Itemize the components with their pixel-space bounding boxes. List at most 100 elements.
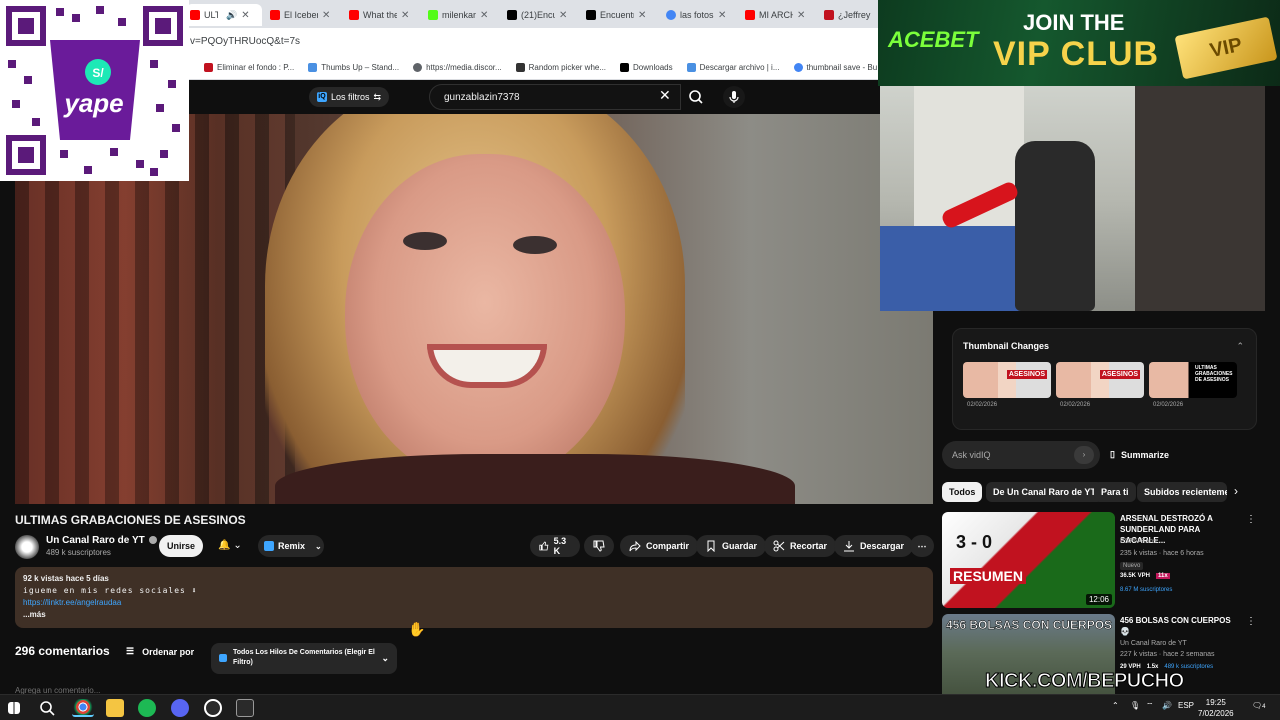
clear-search-icon[interactable]: ✕ — [659, 88, 671, 102]
chevron-up-icon[interactable]: ⌃ — [1236, 341, 1244, 352]
bookmark[interactable]: Random picker whe... — [515, 63, 607, 72]
book-icon: ▯ — [1110, 449, 1115, 459]
microphone-icon[interactable]: 🎙 — [1130, 701, 1140, 710]
epic-games-icon[interactable] — [236, 699, 254, 717]
video-stats: 235 k vistas · hace 6 horas — [1120, 550, 1204, 557]
chevron-up-icon[interactable]: ⌃ — [1112, 701, 1119, 710]
windows-start-icon[interactable] — [8, 702, 20, 714]
share-button[interactable]: Compartir — [620, 535, 699, 557]
file-explorer-icon[interactable] — [106, 699, 124, 717]
bookmark[interactable]: https://media.discor... — [413, 63, 502, 72]
tab-close-icon[interactable]: ✕ — [718, 10, 726, 21]
bookmark[interactable]: thumbnail save - Bu... — [793, 63, 884, 72]
language-indicator[interactable]: ESP — [1178, 701, 1194, 710]
filters-button[interactable]: iQ Los filtros ⇆ — [309, 87, 390, 107]
join-button[interactable]: Unirse — [159, 535, 203, 557]
channel-avatar[interactable] — [15, 535, 39, 559]
dislike-button[interactable] — [584, 535, 614, 557]
chip-for-you[interactable]: Para ti — [1094, 482, 1136, 502]
tab-close-icon[interactable]: ✕ — [401, 10, 409, 21]
wifi-icon[interactable]: ⌔ — [1146, 701, 1154, 711]
volume-icon[interactable]: 🔊 — [1162, 701, 1172, 710]
voice-search-button[interactable] — [723, 86, 745, 108]
qr-code-image: S/ yape — [0, 0, 189, 181]
more-vert-icon[interactable]: ⋮ — [1246, 616, 1256, 627]
download-button[interactable]: Descargar — [834, 535, 914, 557]
bookmark[interactable]: Eliminar el fondo : P... — [204, 63, 294, 72]
download-icon — [844, 541, 854, 552]
sort-label: Ordenar por — [142, 646, 195, 657]
obs-icon[interactable] — [204, 699, 222, 717]
tab-close-icon[interactable]: ✕ — [797, 10, 805, 21]
save-button[interactable]: Guardar — [696, 535, 767, 557]
video-title: 456 BOLSAS CON CUERPOS 💀 — [1120, 616, 1231, 636]
subscriber-count: 489 k suscriptores — [46, 548, 111, 557]
chevron-right-icon[interactable]: › — [1234, 484, 1238, 498]
banner-brand: ACEBET — [888, 27, 979, 52]
bookmark-label: Random picker whe... — [528, 63, 607, 72]
tab-label: MI ARCH — [759, 10, 793, 20]
scissors-icon — [515, 63, 525, 72]
thumbnail-caption: ULTIMAS GRABACIONES DE ASESINOS — [1195, 365, 1233, 383]
browser-tab[interactable]: Encuentr ✕ — [582, 4, 656, 26]
browser-tab[interactable]: ¿Jeffrey — [820, 4, 876, 26]
bookmark[interactable]: Descargar archivo | i... — [686, 63, 780, 72]
microphone-icon — [729, 91, 739, 103]
web-icon — [824, 10, 834, 20]
chip-recent[interactable]: Subidos recientemente — [1137, 482, 1227, 502]
thumbnail-version[interactable]: ULTIMAS GRABACIONES DE ASESINOS — [1149, 362, 1237, 398]
bookmark[interactable]: Thumbs Up – Stand... — [308, 63, 399, 72]
tiktok-icon — [586, 10, 596, 20]
chip-all[interactable]: Todos — [942, 482, 983, 502]
remix-button[interactable]: Remix ⌄ — [258, 535, 324, 557]
discord-icon[interactable] — [171, 699, 189, 717]
sort-icon: ☰ — [126, 646, 135, 656]
tab-close-icon[interactable]: ✕ — [638, 10, 646, 21]
channel-subs: 8.67 M suscriptores — [1120, 587, 1172, 593]
thumbnail-version[interactable]: ASESINOS — [1056, 362, 1144, 398]
google-icon — [793, 63, 803, 72]
search-icon[interactable] — [38, 699, 56, 717]
spotify-icon[interactable] — [138, 699, 156, 717]
tab-label: Encuentr — [600, 10, 634, 20]
bell-icon: 🔔 — [218, 540, 231, 551]
description-link[interactable]: https://linktr.ee/angelraudaa — [23, 598, 925, 607]
browser-tab[interactable]: What the ✕ — [345, 4, 419, 26]
thumbs-down-icon — [593, 540, 605, 552]
sort-comments-button[interactable]: ☰ Ordenar por — [126, 646, 194, 657]
chip-channel[interactable]: De Un Canal Raro de YT — [986, 482, 1103, 502]
summarize-button[interactable]: ▯ Summarize — [1110, 449, 1169, 460]
comment-thread-filter[interactable]: Todos Los Hilos De Comentarios (Elegir E… — [211, 643, 397, 674]
browser-tab[interactable]: ULTI 🔊 ✕ — [186, 4, 262, 26]
show-more-link[interactable]: ...más — [23, 610, 925, 619]
bookmark-icon — [686, 63, 696, 72]
tab-close-icon[interactable]: ✕ — [480, 10, 488, 21]
browser-tab[interactable]: El Iceber ✕ — [266, 4, 340, 26]
more-actions-button[interactable]: ⋯ — [910, 535, 934, 557]
thumbnail-version[interactable]: ASESINOS — [963, 362, 1051, 398]
notifications-button[interactable]: 🔔 ⌄ — [210, 535, 250, 557]
search-button[interactable] — [681, 84, 711, 110]
browser-tab[interactable]: (21)Encu ✕ — [503, 4, 577, 26]
tab-close-icon[interactable]: ✕ — [559, 10, 567, 21]
more-vert-icon[interactable]: ⋮ — [1246, 514, 1256, 525]
description-box[interactable]: 92 k vistas hace 5 días igueme en mis re… — [15, 567, 933, 628]
browser-tab[interactable]: las fotos ✕ — [662, 4, 736, 26]
bookmark-label: https://media.discor... — [426, 63, 502, 72]
browser-tab[interactable]: milenkar ✕ — [424, 4, 498, 26]
video-thumbnail[interactable]: 3 - 0 RESUMEN 12:06 — [942, 512, 1115, 608]
send-icon[interactable]: › — [1074, 446, 1094, 464]
notifications-icon[interactable]: 🗨4 — [1252, 701, 1266, 710]
search-input[interactable]: gunzablazin7378 — [429, 84, 681, 110]
clip-button[interactable]: Recortar — [764, 535, 837, 557]
taskbar-clock[interactable]: 19:25 7/02/2026 — [1198, 697, 1234, 719]
tab-close-icon[interactable]: ✕ — [241, 10, 249, 21]
browser-tab[interactable]: MI ARCH ✕ — [741, 4, 815, 26]
recommended-video[interactable]: 3 - 0 RESUMEN 12:06 ARSENAL DESTROZÓ A S… — [942, 512, 1262, 608]
tab-close-icon[interactable]: ✕ — [322, 10, 330, 21]
speaker-icon[interactable]: 🔊 — [226, 10, 237, 21]
chrome-icon[interactable] — [72, 699, 94, 717]
bookmark[interactable]: Downloads — [620, 63, 673, 72]
like-button[interactable]: 5.3 K — [530, 535, 580, 557]
channel-name-link[interactable]: Un Canal Raro de YT — [46, 535, 157, 546]
